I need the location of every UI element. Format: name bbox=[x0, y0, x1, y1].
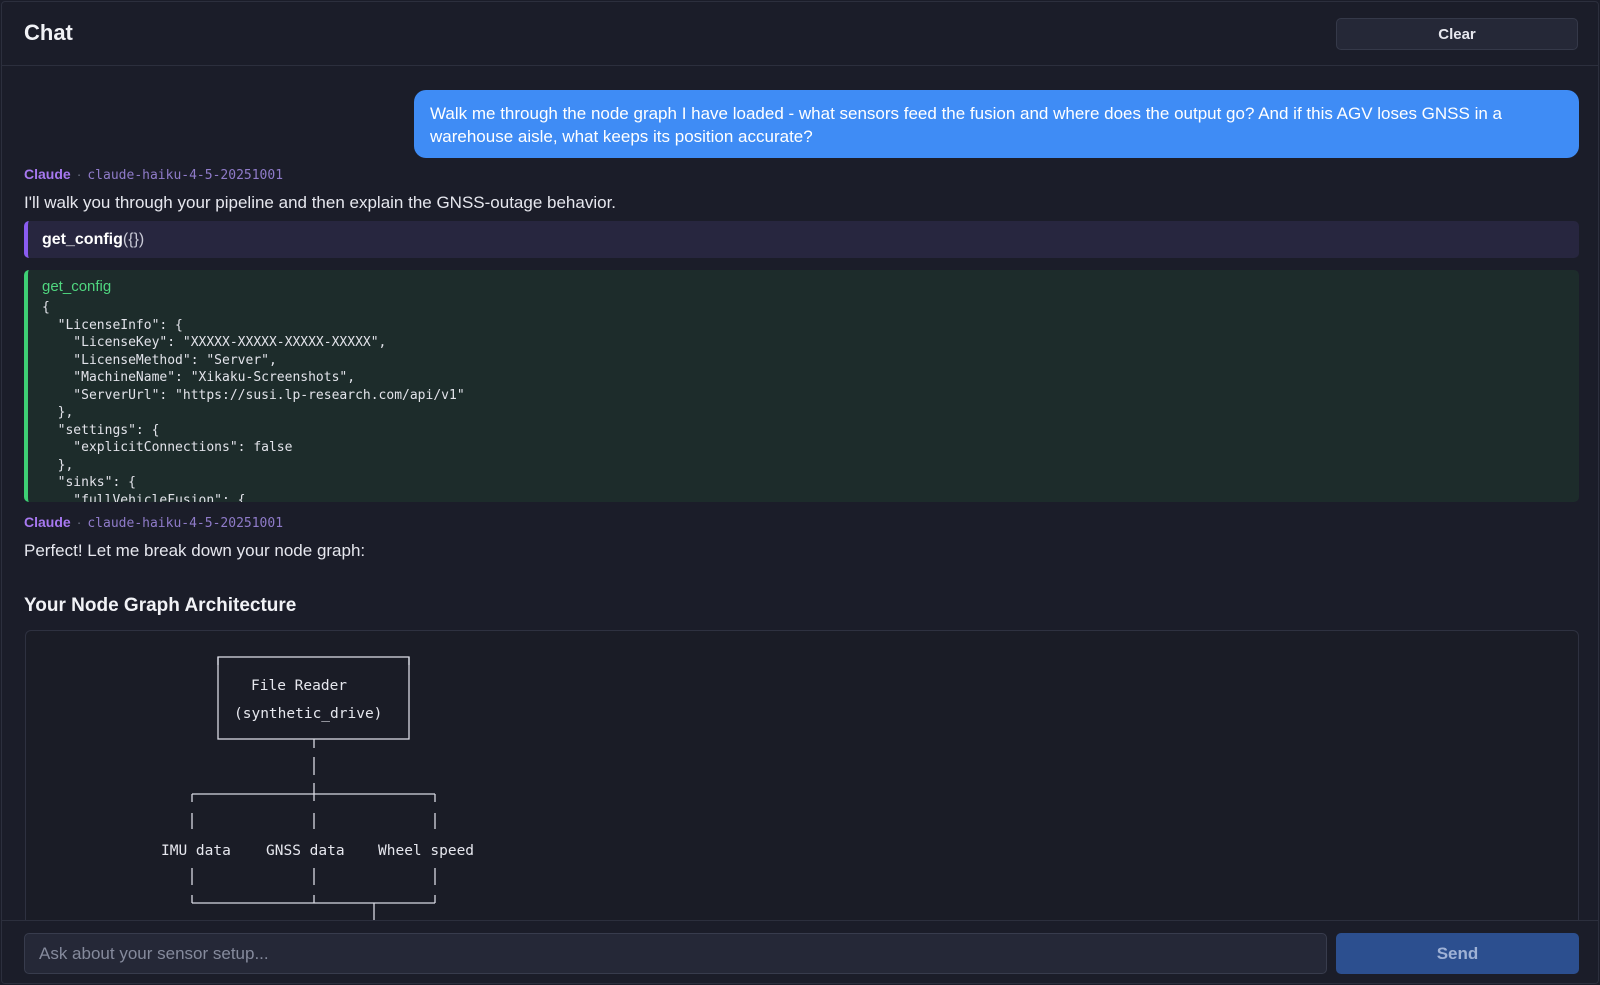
meta-separator: · bbox=[76, 166, 82, 182]
assistant-meta: Claude · claude-haiku-4-5-20251001 bbox=[24, 514, 283, 531]
page-title: Chat bbox=[24, 20, 73, 45]
chat-header: Chat Clear bbox=[2, 2, 1598, 66]
user-message: Walk me through the node graph I have lo… bbox=[414, 90, 1579, 158]
tool-call-name: get_config bbox=[42, 231, 123, 248]
meta-separator: · bbox=[76, 514, 82, 530]
assistant-message-text: Perfect! Let me break down your node gra… bbox=[24, 541, 366, 560]
message-list[interactable]: Walk me through the node graph I have lo… bbox=[2, 66, 1598, 920]
wheel-speed-label: Wheel speed bbox=[378, 843, 474, 859]
file-reader-label: File Reader bbox=[251, 678, 347, 694]
chat-window: Chat Clear Walk me through the node grap… bbox=[1, 1, 1599, 984]
composer: Send bbox=[2, 920, 1598, 983]
assistant-name: Claude bbox=[24, 166, 71, 182]
node-graph-diagram: File Reader (synthetic_drive) IMU data G… bbox=[25, 630, 1579, 920]
tool-call-args: ({}) bbox=[122, 231, 145, 248]
imu-data-label: IMU data bbox=[161, 843, 231, 859]
tool-result-block: get_config { "LicenseInfo": { "LicenseKe… bbox=[24, 270, 1579, 502]
chat-input[interactable] bbox=[24, 933, 1327, 974]
send-button[interactable]: Send bbox=[1336, 933, 1579, 974]
assistant-name: Claude bbox=[24, 514, 71, 530]
model-name: claude-haiku-4-5-20251001 bbox=[87, 516, 284, 531]
assistant-message-text: I'll walk you through your pipeline and … bbox=[24, 193, 617, 212]
model-name: claude-haiku-4-5-20251001 bbox=[87, 168, 284, 183]
clear-button[interactable]: Clear bbox=[1336, 18, 1578, 50]
diagram-lines bbox=[191, 656, 436, 920]
file-reader-source: (synthetic_drive) bbox=[234, 706, 382, 722]
diagram-canvas: File Reader (synthetic_drive) IMU data G… bbox=[161, 656, 474, 920]
gnss-data-label: GNSS data bbox=[266, 843, 345, 859]
assistant-meta: Claude · claude-haiku-4-5-20251001 bbox=[24, 166, 283, 183]
tool-call-block: get_config({}) bbox=[24, 221, 1579, 258]
section-heading: Your Node Graph Architecture bbox=[24, 595, 297, 616]
tool-result-name: get_config bbox=[42, 278, 112, 295]
file-reader-box bbox=[217, 656, 410, 740]
tool-result-json: { "LicenseInfo": { "LicenseKey": "XXXXX-… bbox=[42, 300, 465, 502]
